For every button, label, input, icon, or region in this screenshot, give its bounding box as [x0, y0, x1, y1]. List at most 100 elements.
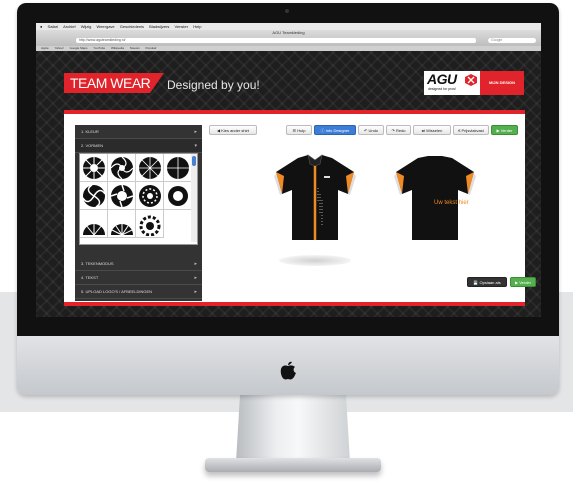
- section-label: 3. TEKENMODUS: [81, 261, 114, 266]
- red-divider: [64, 302, 525, 306]
- team-wear-title: TEAM WEAR: [70, 75, 151, 91]
- button-label: Prijsvlakvast: [461, 128, 484, 133]
- button-label: Verder: [519, 280, 531, 285]
- mijn-design-button[interactable]: MIJN DESIGN: [480, 71, 524, 95]
- jersey-front[interactable]: [274, 154, 356, 244]
- camera-icon: [285, 9, 289, 13]
- shape-scrollbar[interactable]: [191, 154, 197, 242]
- redo-button[interactable]: ↷ Redo: [386, 125, 411, 135]
- button-label: Info Designer: [325, 128, 350, 133]
- shape-cell[interactable]: [136, 182, 164, 210]
- menu-item[interactable]: Archief: [63, 24, 75, 29]
- agu-logo-tagline: designed for pros!: [428, 87, 457, 91]
- imac-stand-foot: [205, 458, 381, 472]
- imac-stand: [236, 386, 350, 462]
- shape-swirl-icon: [110, 156, 134, 180]
- kies-ander-shirt-button[interactable]: ◀ Kies ander shirt: [209, 125, 257, 135]
- shape-circle-icon: [139, 185, 161, 207]
- shape-circle-icon: [168, 186, 188, 206]
- back-text-placeholder[interactable]: Uw tekst hier: [434, 199, 469, 207]
- shape-swirl-icon: [82, 184, 106, 208]
- section-tekst[interactable]: 4. TEKST ▸: [75, 271, 202, 285]
- bookmark-item[interactable]: Apple: [41, 46, 49, 50]
- shape-cell[interactable]: [108, 182, 136, 210]
- shape-burst-icon: [83, 157, 105, 179]
- caret-right-icon: ▸: [194, 261, 197, 267]
- section-label: 4. TEKST: [81, 275, 99, 280]
- screen: ● Safari Archief Wijzig Weergave Geschie…: [36, 23, 541, 317]
- shape-cell[interactable]: [108, 210, 136, 238]
- bookmark-item[interactable]: Populair: [146, 46, 157, 50]
- designer-sidebar: 1. KLEUR ▸ 2. VORMEN ▾ 3. TEKENMODUS ▸ 4…: [75, 125, 202, 301]
- menu-item[interactable]: Weergave: [97, 24, 115, 29]
- prijsvlakvast-button[interactable]: € Prijsvlakvast: [453, 125, 489, 135]
- shape-cell[interactable]: [164, 154, 192, 182]
- website: TEAM WEAR Designed by you! AGU designed …: [36, 51, 541, 317]
- section-kleur[interactable]: 1. KLEUR ▸: [75, 125, 202, 139]
- menu-item[interactable]: Wijzig: [81, 24, 92, 29]
- shape-cell[interactable]: [108, 154, 136, 182]
- bookmark-item[interactable]: Google Maps: [70, 46, 88, 50]
- window-title: AGU Teamkleding: [272, 30, 305, 35]
- verder-button[interactable]: ▶ Verder: [491, 125, 518, 135]
- shape-gear-icon: [139, 215, 161, 236]
- bookmark-item[interactable]: Wikipedia: [111, 46, 124, 50]
- apple-logo-icon: [280, 361, 296, 380]
- section-label: 1. KLEUR: [81, 129, 99, 134]
- bookmark-item[interactable]: Yahoo!: [55, 46, 64, 50]
- agu-logo[interactable]: AGU designed for pros!: [424, 71, 480, 95]
- button-label: Undo: [368, 128, 379, 133]
- agu-mark-icon: [465, 74, 477, 86]
- section-vormen[interactable]: 2. VORMEN ▾: [75, 139, 202, 153]
- apple-menu-icon[interactable]: ●: [40, 24, 42, 29]
- info-designer-button[interactable]: ⓘ Info Designer: [314, 125, 356, 135]
- shape-cell[interactable]: [164, 182, 192, 210]
- button-label: Opslaan als: [479, 280, 501, 285]
- scroll-thumb[interactable]: [192, 156, 196, 166]
- button-label: Hulp: [297, 128, 306, 133]
- address-bar[interactable]: http://www.aguteamkleding.nl/: [76, 38, 476, 43]
- shape-cell[interactable]: [136, 210, 164, 238]
- caret-down-icon: ▾: [194, 143, 197, 149]
- caret-right-icon: ▸: [194, 289, 197, 295]
- shape-cell[interactable]: [136, 154, 164, 182]
- shape-swirl-icon: [110, 184, 134, 208]
- caret-right-icon: ▸: [194, 275, 197, 281]
- menubar: ● Safari Archief Wijzig Weergave Geschie…: [36, 23, 541, 30]
- imac: ● Safari Archief Wijzig Weergave Geschie…: [17, 3, 559, 395]
- bookmark-item[interactable]: YouTube: [93, 46, 105, 50]
- shape-picker: [79, 153, 198, 245]
- section-label: 5. UPLOAD LOGO'S / AFBEELDINGEN: [81, 289, 153, 294]
- imac-bezel: ● Safari Archief Wijzig Weergave Geschie…: [17, 3, 559, 336]
- search-input[interactable]: Google: [488, 38, 536, 43]
- browser-toolbar: AGU Teamkleding http://www.aguteamkledin…: [36, 30, 541, 46]
- hulp-button[interactable]: ☰ Hulp: [286, 125, 312, 135]
- tagline: Designed by you!: [167, 78, 260, 92]
- designer-panel: 1. KLEUR ▸ 2. VORMEN ▾ 3. TEKENMODUS ▸ 4…: [64, 114, 536, 302]
- shape-circle-icon: [167, 157, 189, 179]
- undo-button[interactable]: ↶ Undo: [358, 125, 384, 135]
- verder-bottom-button[interactable]: ▶ Verder: [510, 277, 536, 287]
- caret-right-icon: ▸: [194, 129, 197, 135]
- menu-item[interactable]: Bladwijzers: [149, 24, 169, 29]
- shape-cell[interactable]: [80, 210, 108, 238]
- bookmark-item[interactable]: Nieuws: [130, 46, 140, 50]
- menu-item[interactable]: Geschiedenis: [120, 24, 144, 29]
- section-label: 2. VORMEN: [81, 143, 104, 148]
- button-label: Verder: [500, 128, 513, 133]
- opslaan-als-button[interactable]: 💾 Opslaan als: [467, 277, 507, 287]
- shape-swirl-icon: [83, 224, 105, 236]
- jersey-front-shadow: [279, 255, 351, 266]
- button-label: Redo: [395, 128, 406, 133]
- shape-cell[interactable]: [80, 182, 108, 210]
- wisselen-button[interactable]: ⇄ Wisselen: [413, 125, 451, 135]
- agu-logo-text: AGU: [427, 71, 457, 87]
- section-tekenmodus[interactable]: 3. TEKENMODUS ▸: [75, 257, 202, 271]
- menu-item[interactable]: Venster: [175, 24, 189, 29]
- section-upload[interactable]: 5. UPLOAD LOGO'S / AFBEELDINGEN ▸: [75, 285, 202, 299]
- menu-item[interactable]: Help: [193, 24, 201, 29]
- menu-item[interactable]: Safari: [48, 24, 58, 29]
- shape-cell[interactable]: [80, 154, 108, 182]
- shape-circle-icon: [139, 157, 161, 179]
- shape-burst-icon: [111, 224, 133, 236]
